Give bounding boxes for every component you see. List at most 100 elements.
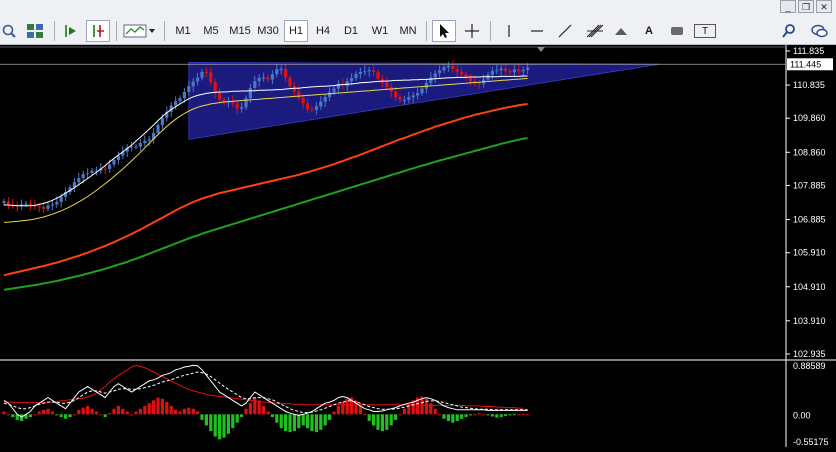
price-tick-label: 103.910 <box>793 316 826 326</box>
histogram-bar <box>433 408 437 415</box>
candle-body <box>270 74 274 80</box>
restore-button[interactable]: ❐ <box>798 0 814 13</box>
histogram-bar <box>152 400 156 415</box>
histogram-bar <box>314 414 318 433</box>
candle-body <box>385 82 389 87</box>
histogram-bar <box>385 414 389 430</box>
histogram-bar <box>398 414 402 416</box>
candle-body <box>218 93 222 100</box>
candle-body <box>363 71 367 73</box>
histogram-bar <box>262 405 266 415</box>
histogram-bar <box>380 414 384 431</box>
timeframe-h4[interactable]: H4 <box>310 20 336 42</box>
candle-body <box>134 146 138 148</box>
candle-body <box>372 70 376 72</box>
tile-windows-icon[interactable] <box>24 20 46 42</box>
arrow-shapes-icon[interactable] <box>610 20 632 42</box>
label-tool-icon[interactable]: T <box>694 24 716 38</box>
histogram-bar <box>116 405 120 415</box>
chart-window[interactable]: 111.835 110.835 109.860 108.860 107.885 106.8… <box>0 45 836 447</box>
histogram-bar <box>464 414 468 418</box>
histogram-bar <box>147 403 151 415</box>
histogram-bar <box>28 414 32 418</box>
histogram-bar <box>301 414 305 426</box>
candle-body <box>521 69 525 72</box>
candle-body <box>112 160 116 165</box>
histogram-bar <box>284 414 288 431</box>
candle-body <box>279 68 283 70</box>
ma-slow-line <box>3 102 528 277</box>
histogram-bar <box>2 411 6 415</box>
histogram-bar <box>64 414 68 419</box>
crosshair-icon[interactable] <box>460 20 484 42</box>
histogram-bar <box>222 414 226 438</box>
search-icon[interactable] <box>778 20 800 42</box>
timeframe-m15[interactable]: M15 <box>226 20 254 42</box>
timeframe-m30[interactable]: M30 <box>254 20 282 42</box>
candle-body <box>6 201 10 205</box>
candle-body <box>147 139 151 141</box>
rectangle-tool-icon[interactable] <box>666 20 688 42</box>
timeframe-d1[interactable]: D1 <box>338 20 364 42</box>
indicators-dropdown-icon[interactable] <box>122 20 158 42</box>
candle-body <box>204 71 208 73</box>
timeframe-w1[interactable]: W1 <box>366 20 394 42</box>
histogram-bar <box>328 414 332 420</box>
candle-body <box>451 65 455 69</box>
candle-body <box>499 68 503 71</box>
candle-body <box>240 107 244 109</box>
candle-body <box>130 146 134 148</box>
chart-shift-icon[interactable] <box>60 20 82 42</box>
timeframe-mn[interactable]: MN <box>394 20 422 42</box>
histogram-bar <box>174 409 178 415</box>
timeframe-m1[interactable]: M1 <box>170 20 196 42</box>
vertical-line-icon[interactable] <box>498 20 520 42</box>
histogram-bar <box>11 414 15 418</box>
timeframe-h1[interactable]: H1 <box>284 20 308 42</box>
candle-body <box>284 68 288 78</box>
candle-body <box>81 174 85 179</box>
chart-tools-bar: M1 M5 M15 M30 H1 H4 D1 W1 MN A T <box>0 18 836 44</box>
timeframe-m5[interactable]: M5 <box>198 20 224 42</box>
histogram-bar <box>389 414 393 426</box>
histogram-bar <box>55 414 59 416</box>
price-tick-label: 109.860 <box>793 113 826 123</box>
histogram-bar <box>103 414 107 418</box>
histogram-bar <box>279 414 283 429</box>
close-button[interactable]: ✕ <box>816 0 832 13</box>
candle-body <box>376 71 380 80</box>
histogram-bar <box>451 414 455 423</box>
trendline-icon[interactable] <box>554 20 576 42</box>
histogram-bar <box>372 414 376 426</box>
histogram-bar <box>429 403 433 415</box>
candle-body <box>182 92 186 99</box>
histogram-bar <box>125 411 129 415</box>
candle-body <box>42 207 46 209</box>
histogram-bar <box>169 405 173 415</box>
histogram-bar <box>363 414 367 416</box>
histogram-bar <box>486 414 490 416</box>
text-tool-icon[interactable]: A <box>638 20 660 42</box>
histogram-bar <box>182 408 186 415</box>
histogram-bar <box>213 414 217 437</box>
horizontal-line-icon[interactable] <box>526 20 548 42</box>
histogram-bar <box>508 414 512 416</box>
chat-icon[interactable] <box>806 20 832 42</box>
minimize-button[interactable]: _ <box>780 0 796 13</box>
cursor-arrow-icon[interactable] <box>432 20 456 42</box>
histogram-bar <box>42 409 46 415</box>
fibonacci-icon[interactable] <box>582 20 608 42</box>
candle-body <box>332 88 336 93</box>
histogram-bar <box>77 409 81 415</box>
zoom-icon[interactable] <box>0 20 18 42</box>
candle-body <box>257 77 261 82</box>
candle-body <box>275 69 279 75</box>
histogram-bar <box>37 411 41 415</box>
histogram-bar <box>521 413 525 415</box>
price-chart[interactable]: 111.835 110.835 109.860 108.860 107.885 106.8… <box>0 45 836 447</box>
histogram-bar <box>297 414 301 429</box>
auto-scroll-icon[interactable] <box>86 20 110 42</box>
candle-body <box>345 81 349 86</box>
histogram-bar <box>231 414 235 429</box>
candle-body <box>446 65 450 68</box>
